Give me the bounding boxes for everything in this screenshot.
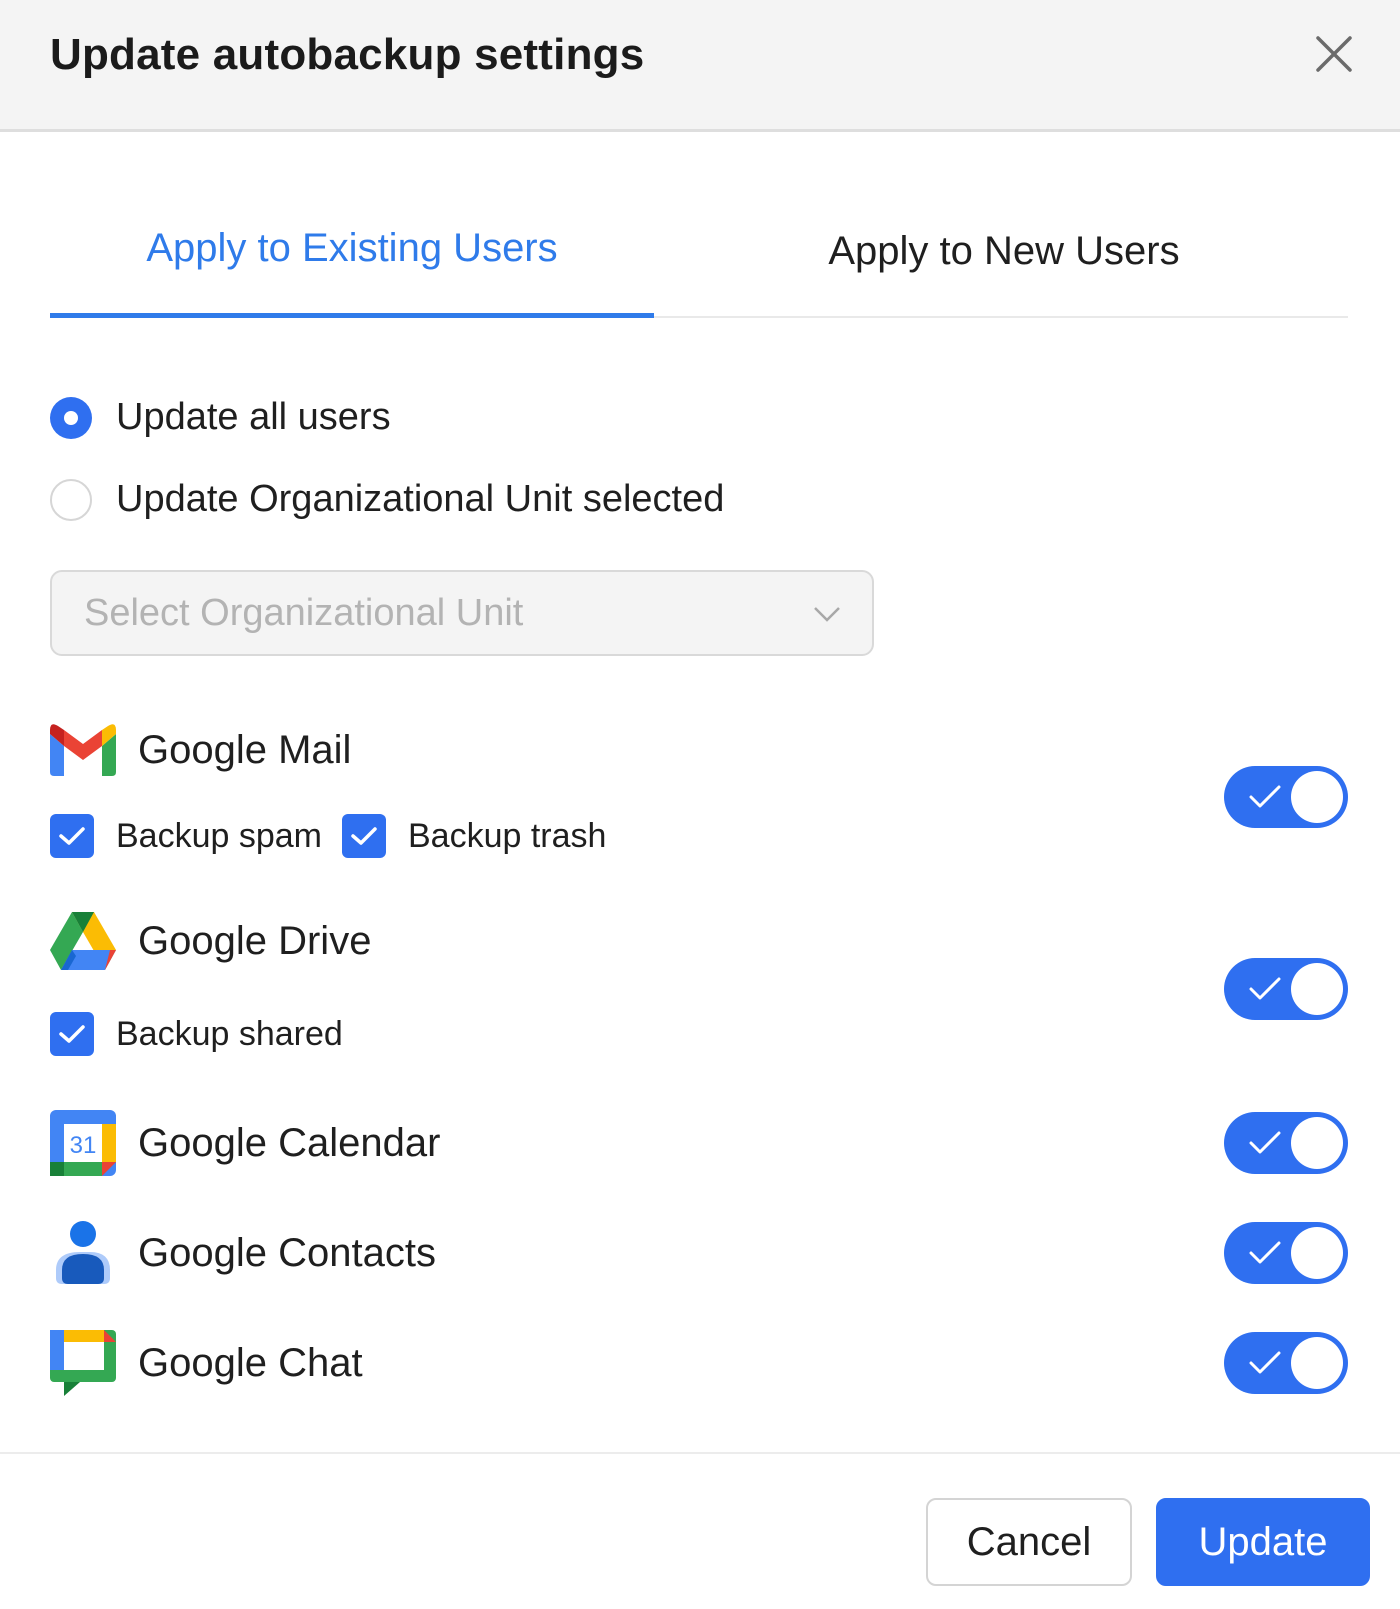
- toggle-knob: [1291, 771, 1343, 823]
- service-label: Google Drive: [138, 918, 372, 963]
- google-contacts-icon: [56, 1221, 110, 1284]
- toggle-google-chat[interactable]: [1224, 1332, 1348, 1394]
- service-label: Google Contacts: [138, 1230, 436, 1275]
- google-drive-icon: [50, 912, 116, 970]
- checkbox-label: Backup trash: [408, 816, 607, 855]
- dialog-title: Update autobackup settings: [50, 30, 645, 79]
- checkmark-icon: [59, 827, 85, 845]
- close-icon: [1316, 36, 1352, 72]
- service-google-calendar: 31 Google Calendar: [50, 1110, 440, 1176]
- checkmark-icon: [1249, 785, 1281, 808]
- checkmark-icon: [59, 1025, 85, 1043]
- service-google-drive: Google Drive: [50, 912, 371, 970]
- checkmark-icon: [1249, 1131, 1281, 1154]
- checkbox-checked[interactable]: [50, 1012, 94, 1056]
- radio-label: Update Organizational Unit selected: [116, 478, 725, 520]
- toggle-google-calendar[interactable]: [1224, 1112, 1348, 1174]
- radio-update-all-users[interactable]: Update all users: [50, 396, 391, 439]
- radio-button-unchecked[interactable]: [50, 478, 92, 521]
- update-button[interactable]: Update: [1156, 1498, 1370, 1586]
- radio-update-ou[interactable]: Update Organizational Unit selected: [50, 478, 724, 521]
- tab-new-users[interactable]: Apply to New Users: [702, 200, 1306, 318]
- toggle-knob: [1291, 1227, 1343, 1279]
- cancel-button[interactable]: Cancel: [926, 1498, 1132, 1586]
- checkmark-icon: [1249, 1241, 1281, 1264]
- toggle-google-contacts[interactable]: [1224, 1222, 1348, 1284]
- toggle-google-drive[interactable]: [1224, 958, 1348, 1020]
- checkbox-backup-spam[interactable]: Backup spam: [50, 814, 322, 858]
- checkbox-backup-trash[interactable]: Backup trash: [342, 814, 606, 858]
- service-google-mail: Google Mail: [50, 724, 351, 776]
- checkmark-icon: [1249, 1351, 1281, 1374]
- tab-bar: Apply to Existing Users Apply to New Use…: [50, 200, 1348, 318]
- ou-select[interactable]: Select Organizational Unit: [50, 570, 874, 656]
- checkbox-checked[interactable]: [342, 814, 386, 858]
- service-label: Google Mail: [138, 727, 352, 772]
- dialog-header: Update autobackup settings: [0, 0, 1400, 132]
- checkmark-icon: [351, 827, 377, 845]
- google-calendar-icon: 31: [50, 1110, 116, 1176]
- toggle-knob: [1291, 963, 1343, 1015]
- service-google-chat: Google Chat: [50, 1330, 363, 1396]
- radio-button-checked[interactable]: [50, 396, 92, 439]
- checkbox-checked[interactable]: [50, 814, 94, 858]
- service-label: Google Calendar: [138, 1120, 441, 1165]
- svg-text:31: 31: [70, 1132, 97, 1159]
- ou-select-placeholder: Select Organizational Unit: [84, 592, 524, 634]
- service-label: Google Chat: [138, 1340, 363, 1385]
- chevron-down-icon: [814, 607, 840, 622]
- checkbox-label: Backup spam: [116, 816, 322, 855]
- checkmark-icon: [1249, 977, 1281, 1000]
- close-button[interactable]: [1312, 32, 1356, 76]
- radio-label: Update all users: [116, 396, 391, 438]
- checkbox-backup-shared[interactable]: Backup shared: [50, 1012, 343, 1056]
- google-chat-icon: [50, 1330, 116, 1396]
- toggle-knob: [1291, 1117, 1343, 1169]
- gmail-icon: [50, 724, 116, 776]
- toggle-knob: [1291, 1337, 1343, 1389]
- toggle-google-mail[interactable]: [1224, 766, 1348, 828]
- checkbox-label: Backup shared: [116, 1014, 343, 1053]
- service-google-contacts: Google Contacts: [50, 1220, 436, 1286]
- footer-divider: [0, 1452, 1400, 1454]
- tab-existing-users[interactable]: Apply to Existing Users: [50, 200, 654, 318]
